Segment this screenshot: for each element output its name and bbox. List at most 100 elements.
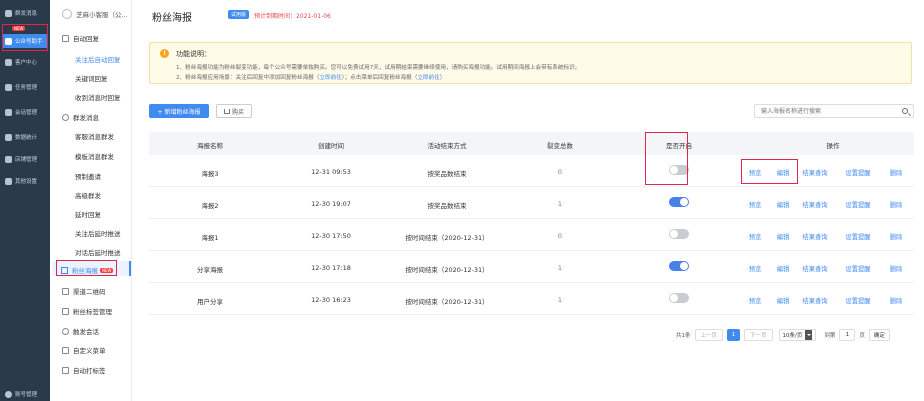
- menu-item-custom-menu[interactable]: 自定义菜单: [62, 345, 106, 355]
- menu-item-auto-tag[interactable]: 自动打标签: [62, 365, 106, 375]
- nav-item-label: 其他设置: [15, 179, 38, 185]
- preview-button[interactable]: 预览: [749, 296, 762, 305]
- delete-button[interactable]: 删除: [890, 200, 903, 209]
- result-query-button[interactable]: 结果查询: [802, 200, 827, 209]
- enable-toggle[interactable]: [669, 197, 689, 207]
- set-reminder-button[interactable]: 设置提醒: [845, 296, 870, 305]
- menu-item-trigger-chat[interactable]: 触发会话: [62, 326, 99, 336]
- menu-item-invite[interactable]: 预制邀请: [75, 171, 101, 181]
- menu-item-delay-reply[interactable]: 延时回复: [75, 209, 101, 219]
- app-root: 群发消息 公众号助手 客户中心 任务管理 会话管理 数据统计 店铺管理 其他设置…: [0, 0, 924, 401]
- notice-panel: ! 功能说明： 1、粉丝海报功能为粉丝裂变功能，每个公众号需要单独购买。您可以免…: [149, 42, 912, 84]
- result-query-button[interactable]: 结果查询: [802, 296, 827, 305]
- search-input[interactable]: [761, 107, 891, 116]
- nav-item-customer[interactable]: 客户中心: [2, 55, 48, 69]
- notice-line-1: 1、粉丝海报功能为粉丝裂变功能，每个公众号需要单独购买。您可以免费试用7天，试用…: [176, 65, 581, 71]
- goto-page-input[interactable]: 1: [839, 329, 856, 341]
- cell-count[interactable]: 1: [558, 296, 562, 304]
- delete-button[interactable]: 删除: [890, 168, 903, 177]
- menu-group-auto-reply[interactable]: 自动回复: [62, 33, 99, 43]
- send-icon: [5, 9, 12, 17]
- result-query-button[interactable]: 结果查询: [802, 264, 827, 273]
- nav-item-account[interactable]: 账号管理: [2, 388, 48, 400]
- account-switcher[interactable]: 芝麻小客服（公...: [62, 9, 128, 19]
- menu-group-mass[interactable]: 群发消息: [62, 112, 99, 122]
- menu-item-follow-delay[interactable]: 关注后延时推送: [75, 228, 121, 238]
- cart-icon: [223, 108, 230, 114]
- nav-item-mass-message[interactable]: 群发消息: [2, 6, 48, 20]
- nav-item-settings[interactable]: 其他设置: [2, 174, 48, 188]
- chevron-down-icon: [805, 330, 813, 340]
- set-reminder-button[interactable]: 设置提醒: [845, 200, 870, 209]
- col-header-end-mode: 活动结束方式: [427, 142, 467, 150]
- user-icon: [5, 390, 12, 398]
- primary-nav: 群发消息 公众号助手 客户中心 任务管理 会话管理 数据统计 店铺管理 其他设置…: [0, 0, 50, 401]
- menu-group-label: 自动回复: [73, 35, 99, 43]
- menu-item-label: 触发会话: [73, 328, 99, 336]
- trial-badge: 试用版: [228, 10, 250, 19]
- nav-item-label: 会话管理: [15, 110, 38, 116]
- cell-created: 12-30 19:07: [311, 200, 351, 208]
- delete-button[interactable]: 删除: [890, 264, 903, 273]
- delete-button[interactable]: 删除: [890, 232, 903, 241]
- nav-item-shop[interactable]: 店铺管理: [2, 152, 48, 166]
- nav-item-stats[interactable]: 数据统计: [2, 130, 48, 144]
- cell-count[interactable]: 0: [558, 168, 562, 176]
- goto-link-follow[interactable]: 立即前往: [319, 75, 341, 81]
- buy-label: 购买: [231, 108, 244, 116]
- preview-button[interactable]: 预览: [749, 232, 762, 241]
- set-reminder-button[interactable]: 设置提醒: [845, 168, 870, 177]
- prev-page-button[interactable]: 上一页: [694, 329, 724, 341]
- menu-item-template-mass[interactable]: 模板消息群发: [75, 151, 114, 161]
- enable-toggle[interactable]: [669, 293, 689, 303]
- cell-count[interactable]: 0: [558, 232, 562, 240]
- menu-item-message-reply[interactable]: 收到消息时回复: [75, 92, 121, 102]
- menu-item-follow-reply[interactable]: 关注后自动回复: [75, 54, 121, 64]
- menu-item-fan-tags[interactable]: 粉丝标签管理: [62, 306, 112, 316]
- search-box[interactable]: [754, 104, 914, 118]
- menu-item-channel-qrcode[interactable]: 渠道二维码: [62, 286, 106, 296]
- edit-button[interactable]: 编辑: [777, 232, 790, 241]
- cell-end-mode: 按奖品数结束: [427, 202, 467, 210]
- next-page-button[interactable]: 下一页: [744, 329, 773, 341]
- cell-count[interactable]: 1: [558, 264, 562, 272]
- notice-title: 功能说明：: [176, 50, 211, 58]
- edit-button[interactable]: 编辑: [777, 296, 790, 305]
- table-header: 海报名称 创建时间 活动结束方式 裂变总数 是否开启 操作: [149, 132, 914, 155]
- col-header-ops: 操作: [826, 142, 840, 150]
- notice-line-2: 2、粉丝海报应用场景：关注后回复中添加回复粉丝海报（立即前往）；点击菜单后回复粉…: [176, 73, 445, 81]
- new-poster-button[interactable]: + 新增粉丝海报: [149, 104, 209, 118]
- preview-button[interactable]: 预览: [749, 200, 762, 209]
- result-query-button[interactable]: 结果查询: [802, 232, 827, 241]
- page-size-select[interactable]: 10条/页: [778, 329, 817, 341]
- cell-count[interactable]: 1: [558, 200, 562, 208]
- result-query-button[interactable]: 结果查询: [802, 168, 827, 177]
- delete-button[interactable]: 删除: [890, 296, 903, 305]
- cell-created: 12-31 09:53: [311, 168, 351, 176]
- table-row: 海报1 12-30 17:50 按时间结束（2020-12-31） 0 预览 编…: [149, 219, 914, 251]
- edit-button[interactable]: 编辑: [777, 200, 790, 209]
- settings-icon: [5, 177, 12, 185]
- task-icon: [5, 83, 12, 91]
- set-reminder-button[interactable]: 设置提醒: [845, 264, 870, 273]
- nav-item-session[interactable]: 会话管理: [2, 105, 48, 119]
- menu-item-label: 渠道二维码: [73, 288, 106, 296]
- nav-item-label: 任务管理: [15, 85, 38, 91]
- buy-button[interactable]: 购买: [216, 104, 252, 118]
- preview-button[interactable]: 预览: [749, 264, 762, 273]
- set-reminder-button[interactable]: 设置提醒: [845, 232, 870, 241]
- nav-item-task[interactable]: 任务管理: [2, 80, 48, 94]
- menu-item-cs-mass[interactable]: 客服消息群发: [75, 131, 114, 141]
- page-size-value: 10条/页: [782, 333, 803, 339]
- edit-button[interactable]: 编辑: [777, 264, 790, 273]
- page-number-button[interactable]: 1: [727, 329, 741, 341]
- enable-toggle[interactable]: [669, 261, 689, 271]
- menu-item-chat-delay[interactable]: 对话后延时推送: [75, 247, 121, 257]
- notice-text: 2、粉丝海报应用场景：关注后回复中添加回复粉丝海报（: [176, 75, 320, 81]
- goto-confirm-button[interactable]: 确定: [868, 329, 890, 341]
- search-icon[interactable]: [902, 108, 908, 114]
- menu-item-keyword-reply[interactable]: 关键词回复: [75, 73, 108, 83]
- enable-toggle[interactable]: [669, 229, 689, 239]
- menu-item-advanced-mass[interactable]: 高级群发: [75, 190, 101, 200]
- goto-link-menu[interactable]: 立即前往: [417, 75, 439, 81]
